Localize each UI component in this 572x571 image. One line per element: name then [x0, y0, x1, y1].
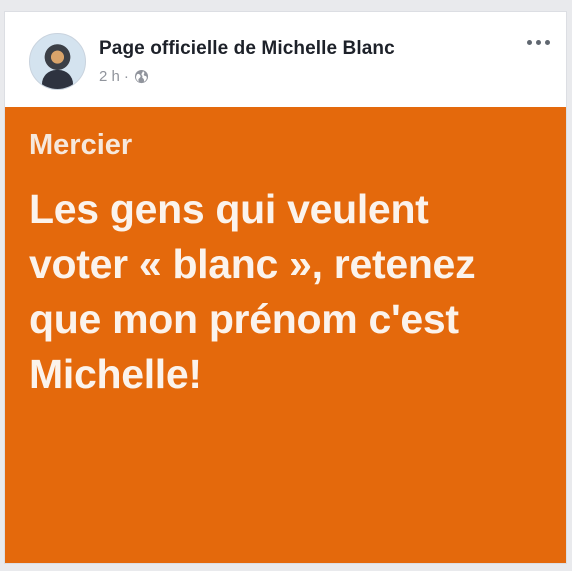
more-dot: [536, 40, 541, 45]
headline-line: voter « blanc », retenez: [29, 241, 476, 287]
post-header: Page officielle de Michelle Blanc 2 h ·: [5, 12, 566, 107]
post-image[interactable]: Mercier Les gens qui veulent voter « blan…: [5, 107, 566, 563]
headline-line: Michelle!: [29, 351, 202, 397]
headline-line: que mon prénom c'est: [29, 296, 459, 342]
post-image-headline: Les gens qui veulent voter « blanc », ret…: [29, 182, 559, 402]
globe-icon[interactable]: [134, 69, 149, 84]
more-dot: [545, 40, 550, 45]
page-name-link[interactable]: Page officielle de Michelle Blanc: [99, 38, 395, 60]
avatar[interactable]: [29, 33, 86, 90]
post-meta: 2 h ·: [99, 68, 149, 85]
more-options-icon[interactable]: [527, 40, 550, 45]
headline-line: Les gens qui veulent: [29, 186, 429, 232]
meta-separator: ·: [123, 68, 129, 85]
feed-background: Page officielle de Michelle Blanc 2 h · …: [0, 0, 572, 571]
facebook-post-card: Page officielle de Michelle Blanc 2 h · …: [4, 11, 567, 564]
post-timestamp[interactable]: 2 h: [99, 68, 120, 85]
more-dot: [527, 40, 532, 45]
post-image-kicker: Mercier: [29, 129, 133, 161]
avatar-silhouette: [42, 70, 73, 89]
